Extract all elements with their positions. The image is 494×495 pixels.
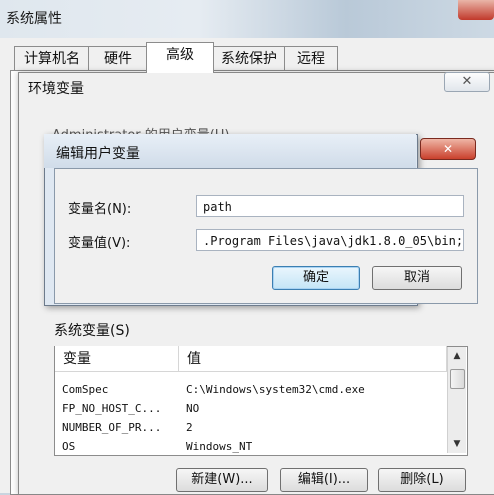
tab-hardware[interactable]: 硬件 <box>88 46 148 71</box>
column-header-value[interactable]: 值 <box>179 346 447 372</box>
table-row-name[interactable]: FP_NO_HOST_C... <box>62 399 174 418</box>
scroll-down-icon[interactable]: ▼ <box>448 435 466 453</box>
column-header-variable[interactable]: 变量 <box>55 346 179 372</box>
env-dialog-title: 环境变量 <box>28 81 84 97</box>
outer-window-title: 系统属性 <box>6 11 62 27</box>
table-row-value[interactable]: C:\Windows\system32\cmd.exe <box>186 380 444 399</box>
tab-remote[interactable]: 远程 <box>284 46 338 71</box>
outer-close-button[interactable] <box>458 0 494 20</box>
table-row-name[interactable]: ComSpec <box>62 380 174 399</box>
ok-button[interactable]: 确定 <box>272 266 360 290</box>
system-vars-scrollbar[interactable]: ▲ ▼ <box>447 347 466 453</box>
cancel-button[interactable]: 取消 <box>372 266 462 290</box>
table-row-value[interactable]: NO <box>186 399 444 418</box>
system-vars-label: 系统变量(S) <box>54 323 130 339</box>
var-name-field[interactable]: path <box>196 195 464 217</box>
delete-button[interactable]: 删除(L) <box>378 468 466 492</box>
scroll-up-icon[interactable]: ▲ <box>448 347 466 365</box>
var-value-field[interactable]: .Program Files\java\jdk1.8.0_05\bin; <box>196 229 464 251</box>
close-icon: ✕ <box>442 142 454 156</box>
close-icon: ✕ <box>461 74 473 89</box>
tab-system-protection[interactable]: 系统保护 <box>212 46 286 71</box>
edit-dialog-title: 编辑用户变量 <box>56 146 140 162</box>
var-name-label: 变量名(N): <box>68 202 132 217</box>
table-row-name[interactable]: OS <box>62 437 174 453</box>
tab-advanced[interactable]: 高级 <box>146 42 214 73</box>
env-close-button[interactable]: ✕ <box>444 72 490 92</box>
new-button[interactable]: 新建(W)... <box>176 468 268 492</box>
table-row-value[interactable]: Windows_NT <box>186 437 444 453</box>
table-row-name[interactable]: NUMBER_OF_PR... <box>62 418 174 437</box>
edit-button[interactable]: 编辑(I)... <box>280 468 368 492</box>
table-row-value[interactable]: 2 <box>186 418 444 437</box>
tab-computer-name[interactable]: 计算机名 <box>14 46 90 71</box>
outer-window-titlebar <box>0 0 494 38</box>
var-value-label: 变量值(V): <box>68 236 131 251</box>
scroll-thumb[interactable] <box>450 369 465 389</box>
edit-close-button[interactable]: ✕ <box>420 138 476 160</box>
